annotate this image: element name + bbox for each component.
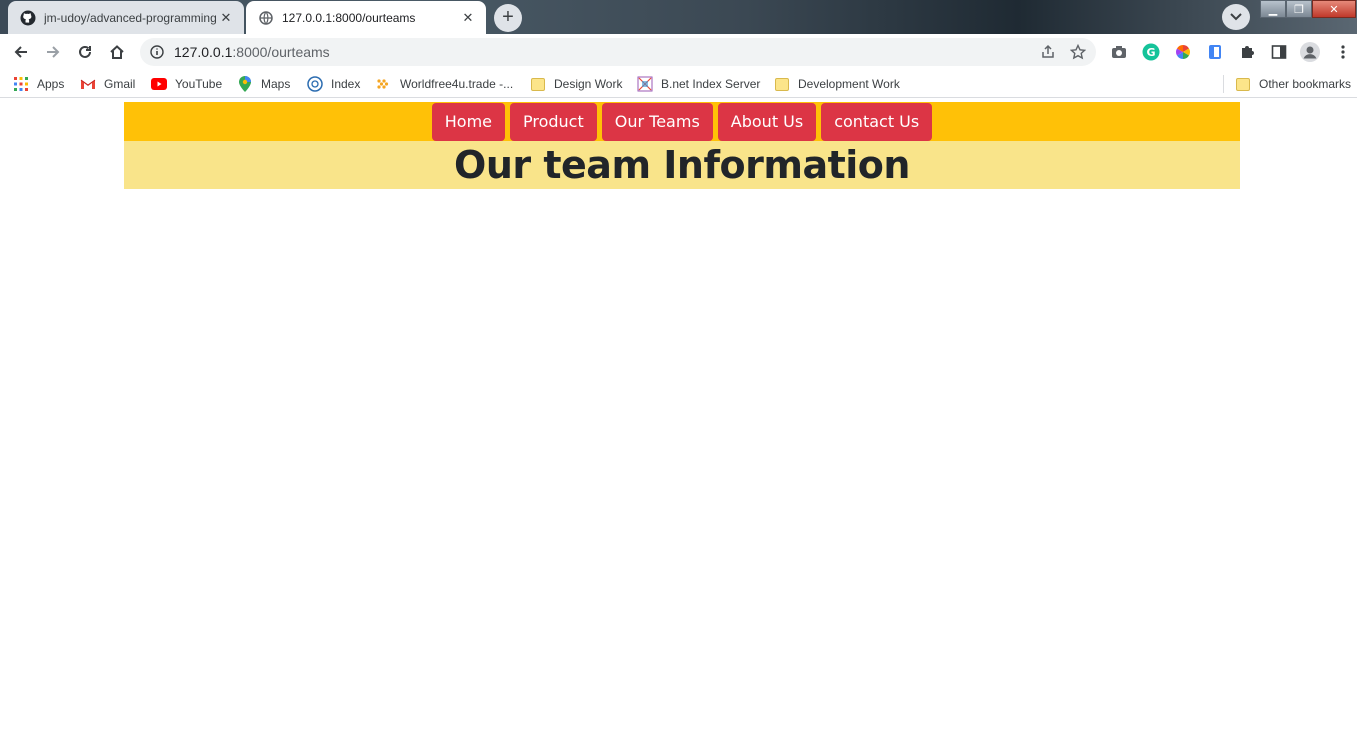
bnet-icon (637, 76, 653, 92)
chevron-down-icon (1230, 13, 1242, 21)
page-title: Our team Information (454, 143, 910, 187)
bookmark-apps[interactable]: Apps (13, 76, 64, 92)
browser-title-bar: jm-udoy/advanced-programming ✕ 127.0.0.1… (0, 0, 1357, 34)
bookmark-label: YouTube (175, 77, 223, 91)
folder-icon (774, 76, 790, 92)
restore-window-button[interactable]: ❐ (1286, 0, 1312, 18)
back-arrow-icon (14, 46, 27, 58)
extensions-puzzle-icon[interactable] (1237, 42, 1257, 62)
apps-grid-icon (13, 76, 29, 92)
page-heading-banner: Our team Information (124, 141, 1240, 189)
bookmark-worldfree[interactable]: Worldfree4u.trade -... (376, 76, 513, 92)
globe-icon (258, 10, 274, 26)
bookmark-label: Worldfree4u.trade -... (400, 77, 514, 91)
bookmarks-bar: Apps Gmail YouTube Maps Index Worldfree4… (0, 70, 1357, 98)
new-tab-button[interactable]: + (494, 4, 522, 32)
docs-extension-icon[interactable] (1205, 42, 1225, 62)
profile-avatar-icon[interactable] (1300, 42, 1320, 62)
worldfree-icon (376, 76, 392, 92)
bookmark-star-icon[interactable] (1070, 44, 1086, 60)
tab-search-button[interactable] (1222, 4, 1250, 30)
bookmark-label: B.net Index Server (661, 77, 761, 91)
window-controls: ▁ ❐ ✕ (1260, 0, 1356, 19)
nav-contact-us-button[interactable]: contact Us (821, 102, 933, 141)
forward-button[interactable] (40, 40, 66, 64)
nav-product-button[interactable]: Product (510, 102, 597, 141)
reload-icon (79, 45, 91, 58)
site-navbar: Home Product Our Teams About Us contact … (124, 102, 1240, 141)
bookmark-label: Design Work (554, 77, 623, 91)
github-icon (20, 10, 36, 26)
tab-ourteams[interactable]: 127.0.0.1:8000/ourteams ✕ (246, 1, 486, 34)
browser-toolbar: 127.0.0.1:8000/ourteams G (0, 34, 1357, 70)
bookmarks-divider (1223, 75, 1224, 93)
bookmark-index[interactable]: Index (307, 76, 360, 92)
site-info-icon[interactable] (150, 45, 164, 59)
forward-arrow-icon (47, 46, 60, 58)
web-page: Home Product Our Teams About Us contact … (0, 102, 1357, 743)
bookmark-maps[interactable]: Maps (237, 76, 290, 92)
bookmark-youtube[interactable]: YouTube (151, 76, 222, 92)
folder-icon (530, 76, 546, 92)
home-icon (110, 45, 124, 59)
bookmark-label: Other bookmarks (1259, 77, 1352, 91)
share-icon[interactable] (1040, 44, 1056, 60)
bookmark-label: Index (331, 77, 361, 91)
tab-title: 127.0.0.1:8000/ourteams (282, 10, 416, 25)
back-button[interactable] (8, 40, 34, 64)
home-button[interactable] (104, 40, 130, 64)
bookmark-label: Development Work (798, 77, 900, 91)
minimize-window-button[interactable]: ▁ (1260, 0, 1286, 18)
other-bookmarks[interactable]: Other bookmarks (1235, 76, 1351, 92)
url-host: 127.0.0.1 (174, 44, 233, 60)
color-picker-extension-icon[interactable] (1173, 42, 1193, 62)
close-tab-icon[interactable]: ✕ (460, 10, 476, 26)
tab-github[interactable]: jm-udoy/advanced-programming ✕ (8, 1, 244, 34)
bookmark-design-work[interactable]: Design Work (530, 76, 622, 92)
nav-home-button[interactable]: Home (431, 102, 505, 141)
nav-our-teams-button[interactable]: Our Teams (601, 102, 713, 141)
address-bar[interactable]: 127.0.0.1:8000/ourteams (140, 38, 1096, 66)
close-tab-icon[interactable]: ✕ (218, 10, 234, 26)
bookmark-development-work[interactable]: Development Work (774, 76, 900, 92)
youtube-icon (151, 76, 167, 92)
maps-pin-icon (237, 76, 253, 92)
grammarly-icon[interactable]: G (1141, 42, 1161, 62)
gmail-icon (80, 76, 96, 92)
nav-about-us-button[interactable]: About Us (717, 102, 817, 141)
close-window-button[interactable]: ✕ (1312, 0, 1356, 18)
reload-button[interactable] (72, 40, 98, 64)
side-panel-icon[interactable] (1269, 42, 1289, 62)
bookmark-label: Gmail (104, 77, 136, 91)
bookmark-bnet-index-server[interactable]: B.net Index Server (637, 76, 760, 92)
bookmark-gmail[interactable]: Gmail (80, 76, 135, 92)
bookmark-label: Apps (37, 77, 65, 91)
browser-menu-icon[interactable] (1333, 42, 1353, 62)
tab-title: jm-udoy/advanced-programming (44, 10, 217, 25)
url-text: 127.0.0.1:8000/ourteams (174, 44, 330, 60)
url-path: :8000/ourteams (232, 44, 330, 60)
camera-icon[interactable] (1109, 42, 1129, 62)
bookmark-label: Maps (261, 77, 291, 91)
svg-text:G: G (1146, 46, 1155, 59)
folder-icon (1235, 76, 1251, 92)
index-globe-icon (307, 76, 323, 92)
